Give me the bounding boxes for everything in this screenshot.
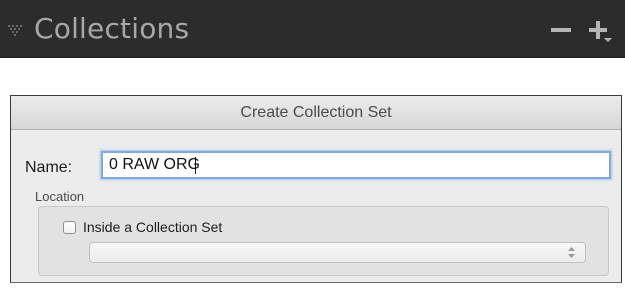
collection-set-select[interactable] (89, 242, 586, 263)
text-caret (195, 157, 196, 174)
inside-collection-set-label[interactable]: Inside a Collection Set (83, 219, 222, 235)
collections-panel-header[interactable]: Collections (0, 0, 625, 58)
disclosure-triangle-icon[interactable] (8, 25, 22, 37)
name-input[interactable] (101, 151, 611, 179)
minus-icon[interactable] (548, 16, 576, 44)
plus-dropdown-icon[interactable] (586, 16, 614, 44)
location-group: Inside a Collection Set (38, 206, 609, 276)
updown-arrows-icon (568, 247, 575, 258)
dialog-title: Create Collection Set (11, 96, 621, 130)
create-collection-set-dialog: Create Collection Set Name: Location Ins… (10, 95, 622, 283)
name-label: Name: (25, 159, 73, 176)
inside-collection-set-checkbox[interactable] (63, 221, 76, 234)
panel-title: Collections (34, 12, 190, 45)
location-label: Location (35, 189, 85, 204)
